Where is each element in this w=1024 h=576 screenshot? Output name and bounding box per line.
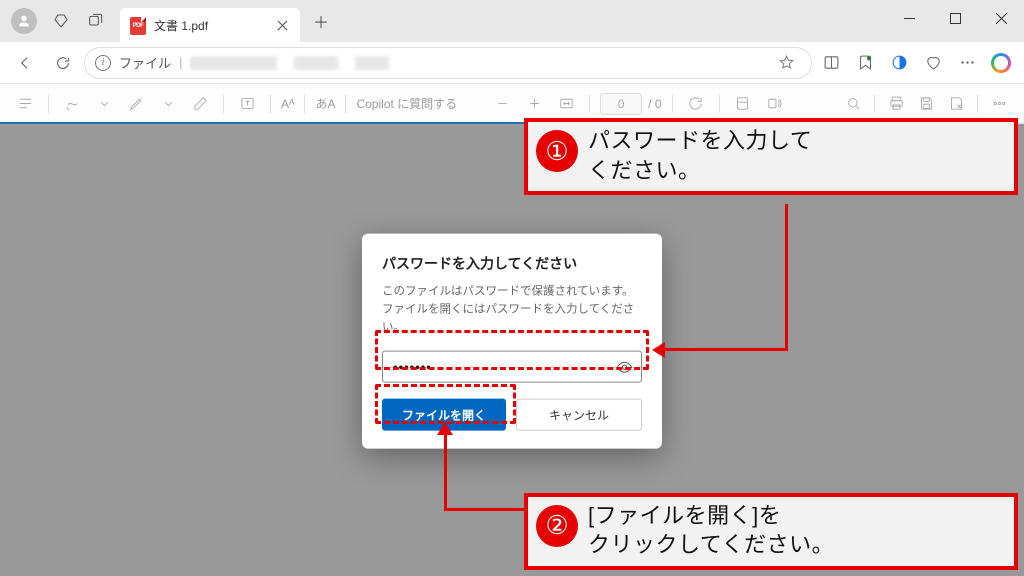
window-controls xyxy=(886,0,1024,36)
highlight-icon[interactable] xyxy=(123,91,149,117)
arrow-1-h xyxy=(664,348,788,351)
separator xyxy=(270,95,271,113)
browser-essentials-icon[interactable] xyxy=(918,48,948,78)
close-window-button[interactable] xyxy=(978,0,1024,36)
browser-tab[interactable]: PDF 文書 1.pdf xyxy=(120,8,300,42)
save-icon[interactable] xyxy=(913,91,939,117)
callout-2: ② [ファイルを開く]を クリックしてください。 xyxy=(524,493,1018,570)
contents-icon[interactable] xyxy=(12,91,38,117)
separator xyxy=(304,95,305,113)
page-separator: / 0 xyxy=(648,97,661,111)
password-field-wrap xyxy=(382,351,642,383)
callout-1-text: パスワードを入力して ください。 xyxy=(588,126,812,185)
tab-actions-icon[interactable] xyxy=(78,0,112,42)
dialog-title: パスワードを入力してください xyxy=(382,254,642,274)
address-bar[interactable]: i ファイル | xyxy=(84,47,812,79)
save-as-icon[interactable] xyxy=(943,91,969,117)
separator xyxy=(874,95,875,113)
refresh-button[interactable] xyxy=(46,46,80,80)
chevron-down-icon[interactable] xyxy=(91,91,117,117)
fit-width-icon[interactable] xyxy=(553,91,579,117)
new-tab-button[interactable]: ＋ xyxy=(306,6,336,36)
add-text-icon[interactable] xyxy=(234,91,260,117)
password-dialog: パスワードを入力してください このファイルはパスワードで保護されています。ファイ… xyxy=(362,234,662,449)
callout-2-text: [ファイルを開く]を クリックしてください。 xyxy=(588,501,834,560)
callout-1-number: ① xyxy=(536,130,578,172)
translate-label[interactable]: あA xyxy=(315,95,335,112)
arrow-2-head-icon xyxy=(437,422,453,435)
font-size-label[interactable]: Aᴬ xyxy=(281,97,294,111)
ask-copilot-label[interactable]: Copilot に質問する xyxy=(356,95,457,112)
collections-icon[interactable] xyxy=(850,48,880,78)
blurred-path xyxy=(190,56,470,70)
page-number-input[interactable] xyxy=(600,93,642,115)
print-icon[interactable] xyxy=(883,91,909,117)
password-input[interactable] xyxy=(393,360,609,375)
search-icon[interactable] xyxy=(840,91,866,117)
window-titlebar: PDF 文書 1.pdf ＋ xyxy=(0,0,1024,42)
arrow-2-h xyxy=(444,508,524,511)
arrow-1-head-icon xyxy=(652,342,665,358)
titlebar-left: PDF 文書 1.pdf ＋ xyxy=(0,0,336,42)
draw-icon[interactable] xyxy=(59,91,85,117)
split-screen-icon[interactable] xyxy=(816,48,846,78)
zoom-in-icon[interactable] xyxy=(521,91,547,117)
rotate-icon[interactable] xyxy=(683,91,709,117)
maximize-button[interactable] xyxy=(932,0,978,36)
separator xyxy=(719,95,720,113)
separator xyxy=(977,95,978,113)
extensions-icon[interactable] xyxy=(884,48,914,78)
url-scheme-label: ファイル xyxy=(119,53,171,72)
back-button[interactable] xyxy=(8,46,42,80)
copilot-icon[interactable] xyxy=(986,48,1016,78)
arrow-1-v xyxy=(785,204,788,350)
separator xyxy=(672,95,673,113)
reveal-password-icon[interactable] xyxy=(613,356,635,378)
separator xyxy=(223,95,224,113)
chevron-down-icon[interactable] xyxy=(155,91,181,117)
read-aloud-icon[interactable] xyxy=(762,91,788,117)
arrow-2-v xyxy=(444,432,447,510)
toolbar-more-icon[interactable] xyxy=(986,91,1012,117)
site-info-icon[interactable]: i xyxy=(95,55,111,71)
zoom-out-icon[interactable] xyxy=(489,91,515,117)
page-view-icon[interactable] xyxy=(730,91,756,117)
tab-title: 文書 1.pdf xyxy=(154,17,266,34)
workspaces-icon[interactable] xyxy=(44,0,78,42)
dialog-buttons: ファイルを開く キャンセル xyxy=(382,399,642,431)
erase-icon[interactable] xyxy=(187,91,213,117)
settings-more-icon[interactable] xyxy=(952,48,982,78)
callout-1: ① パスワードを入力して ください。 xyxy=(524,118,1018,195)
minimize-button[interactable] xyxy=(886,0,932,36)
separator xyxy=(345,95,346,113)
callout-2-number: ② xyxy=(536,505,578,547)
tab-close-button[interactable] xyxy=(274,17,290,33)
address-row: i ファイル | xyxy=(0,42,1024,84)
profile-avatar[interactable] xyxy=(11,8,37,34)
pdf-favicon-icon: PDF xyxy=(130,17,146,33)
favorite-star-icon[interactable] xyxy=(771,48,801,78)
separator xyxy=(48,95,49,113)
separator xyxy=(589,95,590,113)
cancel-button[interactable]: キャンセル xyxy=(516,399,642,431)
dialog-message: このファイルはパスワードで保護されています。ファイルを開くにはパスワードを入力し… xyxy=(382,284,642,337)
